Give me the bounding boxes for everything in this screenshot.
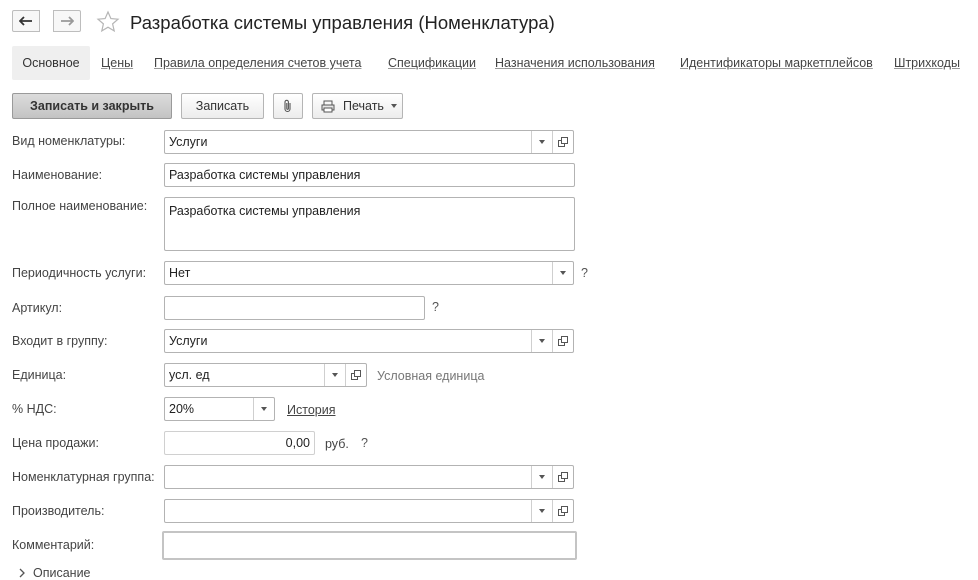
kind-label: Вид номенклатуры:: [12, 134, 126, 148]
print-button-label: Печать: [343, 99, 384, 113]
nomgroup-label: Номенклатурная группа:: [12, 470, 155, 484]
back-button[interactable]: [12, 10, 40, 32]
article-help-icon[interactable]: ?: [432, 300, 439, 314]
open-window-icon: [558, 137, 568, 147]
comment-field[interactable]: [162, 531, 577, 560]
chevron-down-icon: [261, 407, 267, 411]
vat-dropdown-button[interactable]: [253, 398, 274, 420]
comment-label: Комментарий:: [12, 538, 95, 552]
save-button[interactable]: Записать: [181, 93, 264, 119]
favorite-star-icon[interactable]: [96, 10, 120, 34]
tab-prices[interactable]: Цены: [101, 56, 133, 70]
tab-account-rules[interactable]: Правила определения счетов учета: [154, 56, 361, 70]
kind-value: Услуги: [169, 135, 208, 149]
unit-dropdown-button[interactable]: [324, 364, 345, 386]
open-window-icon: [558, 506, 568, 516]
chevron-down-icon: [560, 271, 566, 275]
price-help-icon[interactable]: ?: [361, 436, 368, 450]
description-label: Описание: [33, 566, 91, 580]
group-dropdown-button[interactable]: [531, 330, 552, 352]
forward-button[interactable]: [53, 10, 81, 32]
group-value: Услуги: [169, 334, 208, 348]
tab-specifications[interactable]: Спецификации: [388, 56, 476, 70]
price-value: 0,00: [285, 436, 310, 450]
fullname-field[interactable]: Разработка системы управления: [164, 197, 575, 251]
chevron-down-icon: [390, 104, 397, 108]
unit-open-button[interactable]: [345, 364, 366, 386]
period-field[interactable]: Нет: [164, 261, 574, 285]
fullname-label: Полное наименование:: [12, 199, 148, 213]
maker-open-button[interactable]: [552, 500, 573, 522]
fullname-value: Разработка системы управления: [169, 204, 361, 218]
vat-value: 20%: [169, 402, 195, 416]
price-currency: руб.: [325, 437, 349, 451]
unit-hint: Условная единица: [377, 369, 485, 383]
tab-usage-purposes[interactable]: Назначения использования: [495, 56, 655, 70]
name-field[interactable]: Разработка системы управления: [164, 163, 575, 187]
unit-value: усл. ед: [169, 368, 210, 382]
vat-history-link[interactable]: История: [287, 403, 335, 417]
nomgroup-open-button[interactable]: [552, 466, 573, 488]
chevron-down-icon: [539, 140, 545, 144]
chevron-down-icon: [539, 475, 545, 479]
unit-field[interactable]: усл. ед: [164, 363, 367, 387]
vat-label: % НДС:: [12, 402, 57, 416]
chevron-down-icon: [539, 339, 545, 343]
save-and-close-button[interactable]: Записать и закрыть: [12, 93, 172, 119]
article-label: Артикул:: [12, 301, 63, 315]
maker-dropdown-button[interactable]: [531, 500, 552, 522]
paperclip-icon: [284, 99, 291, 113]
arrow-right-icon: [61, 16, 74, 26]
chevron-right-icon: [19, 568, 25, 578]
kind-dropdown-button[interactable]: [531, 131, 552, 153]
period-dropdown-button[interactable]: [552, 262, 573, 284]
tab-marketplace-ids[interactable]: Идентификаторы маркетплейсов: [680, 56, 873, 70]
period-value: Нет: [169, 266, 191, 280]
open-window-icon: [351, 370, 361, 380]
open-window-icon: [558, 472, 568, 482]
tab-barcodes[interactable]: Штрихкоды: [894, 56, 960, 70]
page-title: Разработка системы управления (Номенклат…: [130, 12, 555, 33]
attach-button[interactable]: [273, 93, 303, 119]
period-help-icon[interactable]: ?: [581, 266, 588, 280]
chevron-down-icon: [332, 373, 338, 377]
print-button[interactable]: Печать: [312, 93, 403, 119]
kind-open-button[interactable]: [552, 131, 573, 153]
group-label: Входит в группу:: [12, 334, 108, 348]
period-label: Периодичность услуги:: [12, 266, 147, 280]
tab-main[interactable]: Основное: [12, 46, 90, 80]
open-window-icon: [558, 336, 568, 346]
name-label: Наименование:: [12, 168, 103, 182]
price-label: Цена продажи:: [12, 436, 99, 450]
unit-label: Единица:: [12, 368, 67, 382]
maker-field[interactable]: [164, 499, 574, 523]
group-field[interactable]: Услуги: [164, 329, 574, 353]
group-open-button[interactable]: [552, 330, 573, 352]
chevron-down-icon: [539, 509, 545, 513]
maker-label: Производитель:: [12, 504, 105, 518]
article-field[interactable]: [164, 296, 425, 320]
description-group-toggle[interactable]: Описание: [18, 566, 91, 580]
printer-icon: [321, 100, 335, 112]
arrow-left-icon: [19, 16, 32, 26]
nomgroup-field[interactable]: [164, 465, 574, 489]
price-field[interactable]: 0,00: [164, 431, 315, 455]
nomgroup-dropdown-button[interactable]: [531, 466, 552, 488]
kind-field[interactable]: Услуги: [164, 130, 574, 154]
vat-field[interactable]: 20%: [164, 397, 275, 421]
name-value: Разработка системы управления: [169, 168, 361, 182]
